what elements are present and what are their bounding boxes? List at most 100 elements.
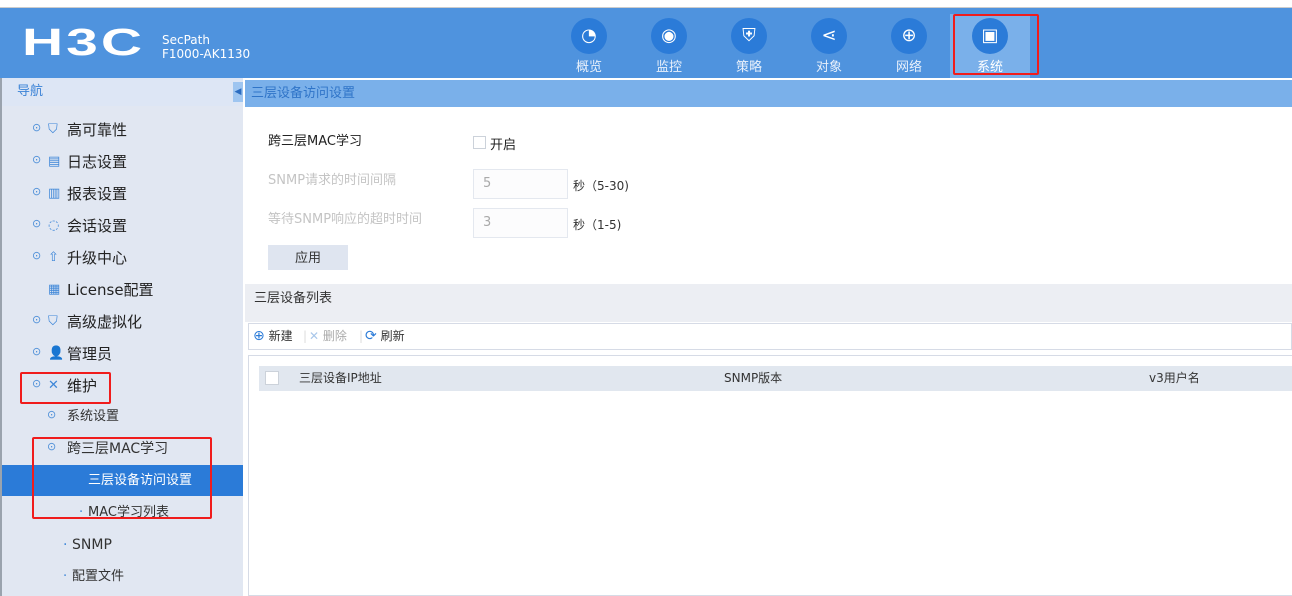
apply-button[interactable]: 应用	[268, 245, 348, 270]
list-title: 三层设备列表	[254, 291, 333, 306]
item-label: 跨三层MAC学习	[67, 441, 169, 457]
report-icon: ▥	[48, 186, 61, 201]
item-label: MAC学习列表	[88, 505, 169, 520]
tab-label: 概览	[575, 60, 602, 75]
tab-overview[interactable]: ◔ 概览	[549, 14, 629, 78]
item-label: License配置	[67, 281, 154, 299]
tab-label: 策略	[735, 60, 762, 75]
sidebar-item-report[interactable]: ⊙ ▥ 报表设置	[2, 179, 243, 209]
sidebar-item-license[interactable]: ▦ License配置	[2, 275, 243, 305]
sidebar-item-log[interactable]: ⊙ ▤ 日志设置	[2, 147, 243, 177]
expand-icon: ⊙	[32, 153, 42, 166]
expand-icon: ⊙	[32, 313, 42, 326]
h3c-logo: H3C	[22, 22, 146, 64]
sidebar-item-session[interactable]: ⊙ ◌ 会话设置	[2, 211, 243, 241]
delete-label: 删除	[322, 329, 347, 343]
sidebar-sub-mac-list[interactable]: · MAC学习列表	[2, 498, 243, 528]
tab-monitor[interactable]: ◉ 监控	[629, 14, 709, 78]
list-toolbar: ⊕ 新建 | ✕ 删除 | ⟳ 刷新	[248, 323, 1292, 350]
tab-label: 对象	[815, 60, 842, 75]
tab-system[interactable]: ▣ 系统	[950, 14, 1030, 78]
item-label: 管理员	[67, 345, 113, 363]
collapse-icon: ⊙	[32, 377, 42, 390]
col-snmp-version[interactable]: SNMP版本	[724, 366, 782, 391]
expand-icon: ⊙	[47, 408, 57, 421]
sidebar-item-maintenance[interactable]: ⊙ ✕ 维护	[2, 371, 243, 401]
sidebar-item-admin[interactable]: ⊙ 👤 管理员	[2, 339, 243, 369]
gauge-icon: ◔	[571, 18, 607, 54]
col-ip[interactable]: 三层设备IP地址	[299, 366, 382, 391]
item-label: 升级中心	[67, 249, 128, 267]
bullet-icon: ·	[63, 569, 68, 584]
separator: |	[303, 329, 308, 343]
item-label: 高级虚拟化	[67, 313, 143, 331]
col-v3-user[interactable]: v3用户名	[1149, 366, 1200, 391]
nav-header: 导航 ◀	[2, 78, 243, 106]
bullet-icon: ·	[79, 505, 84, 520]
shield-plus-icon: ⛨	[731, 18, 767, 54]
product-model: SecPath F1000-AK1130	[162, 33, 250, 61]
mac-learning-label: 跨三层MAC学习	[268, 134, 362, 149]
interval-label: SNMP请求的时间间隔	[268, 173, 397, 188]
item-label: 会话设置	[67, 217, 128, 235]
product-line: SecPath	[162, 33, 210, 47]
collapse-arrow-icon[interactable]: ◀	[233, 82, 243, 102]
item-label: 高可靠性	[67, 121, 128, 139]
bullet-icon: ·	[63, 537, 68, 553]
shield-icon: ⛉	[48, 122, 58, 137]
enable-label: 开启	[490, 138, 517, 153]
timeout-input[interactable]: 3	[473, 208, 568, 238]
expand-icon: ⊙	[32, 121, 42, 134]
timeout-unit: 秒（1-5)	[573, 218, 622, 232]
sidebar-sub-mac-learning[interactable]: ⊙ 跨三层MAC学习	[2, 434, 243, 464]
separator: |	[359, 329, 364, 343]
sidebar-item-upgrade[interactable]: ⊙ ⇧ 升级中心	[2, 243, 243, 273]
tab-policy[interactable]: ⛨ 策略	[709, 14, 789, 78]
delete-button[interactable]: ✕ 删除	[309, 324, 347, 349]
tab-object[interactable]: ⋖ 对象	[789, 14, 869, 78]
sidebar-sub-snmp[interactable]: · SNMP	[2, 530, 243, 560]
interval-input[interactable]: 5	[473, 169, 568, 199]
device-table: 三层设备IP地址 SNMP版本 v3用户名	[248, 355, 1292, 596]
model-name: F1000-AK1130	[162, 47, 251, 61]
tab-network[interactable]: ⊕ 网络	[869, 14, 949, 78]
chat-icon: ◌	[48, 218, 60, 233]
enable-checkbox[interactable]	[473, 136, 486, 149]
item-label: SNMP	[72, 537, 112, 553]
item-label: 维护	[67, 377, 98, 395]
tab-label: 网络	[895, 60, 922, 75]
x-icon: ✕	[309, 329, 320, 343]
license-icon: ▦	[48, 282, 61, 297]
list-section-header: 三层设备列表	[245, 284, 1292, 322]
interval-unit: 秒（5-30)	[573, 179, 629, 193]
sidebar-item-virtualization[interactable]: ⊙ ⛉ 高级虚拟化	[2, 307, 243, 337]
upload-icon: ⇧	[48, 250, 59, 265]
expand-icon: ⊙	[32, 217, 42, 230]
item-label: 日志设置	[67, 153, 128, 171]
top-header: H3C SecPath F1000-AK1130 ◔ 概览 ◉ 监控 ⛨ 策略 ⋖ 对象…	[0, 8, 1292, 78]
sidebar-item-ha[interactable]: ⊙ ⛉ 高可靠性	[2, 115, 243, 145]
item-label: 配置文件	[72, 569, 125, 584]
new-button[interactable]: ⊕ 新建	[253, 324, 293, 349]
sidebar-sub-config-file[interactable]: · 配置文件	[2, 562, 243, 592]
table-header: 三层设备IP地址 SNMP版本 v3用户名	[259, 366, 1292, 391]
window-top-strip	[0, 0, 1292, 8]
new-label: 新建	[268, 329, 293, 343]
page-title: 三层设备访问设置	[245, 80, 1292, 107]
expand-icon: ⊙	[32, 249, 42, 262]
sidebar: 导航 ◀ ⊙ ⛉ 高可靠性 ⊙ ▤ 日志设置 ⊙ ▥ 报表设置 ⊙ ◌ 会话设置 ⊙ ⇧ 升级中心 ▦…	[0, 78, 243, 596]
doc-gear-icon: ▤	[48, 154, 61, 169]
expand-icon: ⊙	[32, 345, 42, 358]
sidebar-sub-l3-access-settings[interactable]: 三层设备访问设置	[2, 465, 243, 496]
camera-icon: ◉	[651, 18, 687, 54]
refresh-button[interactable]: ⟳ 刷新	[365, 324, 405, 349]
tab-label: 系统	[976, 60, 1003, 75]
timeout-label: 等待SNMP响应的超时时间	[268, 212, 423, 227]
tab-label: 监控	[655, 60, 682, 75]
expand-icon: ⊙	[32, 185, 42, 198]
shield-icon: ⛉	[48, 314, 58, 329]
plus-circle-icon: ⊕	[253, 328, 265, 344]
select-all-checkbox[interactable]	[265, 371, 279, 385]
sidebar-sub-system-settings[interactable]: ⊙ 系统设置	[2, 402, 243, 432]
tools-icon: ✕	[48, 378, 59, 393]
